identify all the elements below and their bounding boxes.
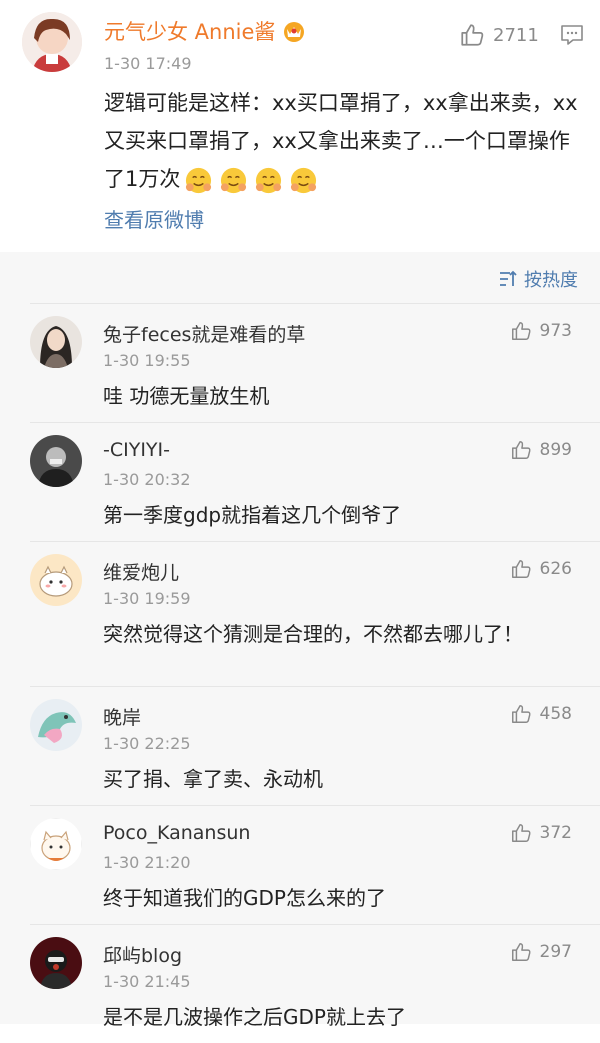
comment-like-button[interactable]: 297 — [510, 941, 572, 963]
post-text: 逻辑可能是这样：xx买口罩捐了，xx拿出来卖，xx又买来口罩捐了，xx又拿出来卖… — [104, 91, 578, 191]
commenter-name[interactable]: 晚岸 — [103, 703, 141, 730]
commenter-name[interactable]: 维爱炮儿 — [103, 558, 179, 585]
comment-time: 1-30 22:25 — [103, 734, 191, 753]
comment-item: Poco_Kanansun 1-30 21:20 终于知道我们的GDP怎么来的了… — [30, 805, 600, 924]
comment-like-button[interactable]: 973 — [510, 320, 572, 342]
commenter-avatar[interactable] — [30, 937, 82, 989]
post-author-avatar[interactable] — [22, 12, 82, 72]
thumbs-up-icon — [511, 560, 531, 578]
thumbs-up-icon — [511, 441, 531, 459]
view-original-link[interactable]: 查看原微博 — [104, 204, 204, 233]
original-post: 元气少女 Annie酱 1-30 17:49 2711 逻辑可能是这样：xx买口… — [0, 0, 600, 252]
comments-section: 按热度 兔子feces就是难看的草 1-30 19:55 哇 功德无量放生机 9… — [0, 252, 600, 1029]
post-author-name[interactable]: 元气少女 Annie酱 — [104, 16, 275, 46]
sort-bar: 按热度 — [0, 252, 600, 303]
comment-text: 是不是几波操作之后GDP就上去了 — [103, 1005, 406, 1029]
hug-emoji-icon — [291, 167, 317, 193]
commenter-avatar[interactable] — [30, 316, 82, 368]
comment-text: 买了捐、拿了卖、永动机 — [103, 767, 323, 791]
commenter-name[interactable]: 兔子feces就是难看的草 — [103, 320, 305, 347]
thumbs-up-icon — [511, 943, 531, 961]
hug-emoji-icon — [186, 167, 212, 193]
comment-item: 晚岸 1-30 22:25 买了捐、拿了卖、永动机 458 — [30, 686, 600, 805]
commenter-name[interactable]: 邱屿blog — [103, 941, 182, 968]
hug-emoji-icon — [221, 167, 247, 193]
comment-like-button[interactable]: 626 — [510, 558, 572, 580]
comment-time: 1-30 19:55 — [103, 351, 191, 370]
thumbs-up-icon — [511, 705, 531, 723]
comment-time: 1-30 21:45 — [103, 972, 191, 991]
comment-like-button[interactable]: 458 — [510, 703, 572, 725]
comment-text: 突然觉得这个猜测是合理的，不然都去哪儿了！ — [103, 622, 523, 646]
commenter-name[interactable]: Poco_Kanansun — [103, 822, 250, 844]
comment-item: 邱屿blog 1-30 21:45 是不是几波操作之后GDP就上去了 297 — [30, 924, 600, 1043]
post-content: 逻辑可能是这样：xx买口罩捐了，xx拿出来卖，xx又买来口罩捐了，xx又拿出来卖… — [104, 84, 584, 198]
commenter-avatar[interactable] — [30, 818, 82, 870]
comment-text: 哇 功德无量放生机 — [103, 384, 270, 408]
thumbs-up-icon — [511, 322, 531, 340]
emoji-group — [184, 166, 318, 195]
commenter-avatar[interactable] — [30, 699, 82, 751]
comment-icon[interactable] — [560, 24, 584, 46]
comment-item: 兔子feces就是难看的草 1-30 19:55 哇 功德无量放生机 973 — [30, 303, 600, 422]
thumbs-up-icon — [511, 824, 531, 842]
post-like-count: 2711 — [493, 24, 539, 46]
sort-icon — [500, 270, 517, 286]
comment-like-count: 626 — [539, 559, 572, 579]
comment-like-button[interactable]: 899 — [510, 439, 572, 461]
sort-label: 按热度 — [524, 270, 578, 291]
comment-item: 维爱炮儿 1-30 19:59 突然觉得这个猜测是合理的，不然都去哪儿了！ 62… — [30, 541, 600, 686]
sort-by-hot-button[interactable]: 按热度 — [498, 266, 578, 292]
commenter-avatar[interactable] — [30, 435, 82, 487]
comment-like-count: 973 — [539, 321, 572, 341]
commenter-avatar[interactable] — [30, 554, 82, 606]
post-time: 1-30 17:49 — [104, 54, 192, 73]
comment-like-count: 372 — [539, 823, 572, 843]
commenter-name[interactable]: -CIYIYI- — [103, 439, 170, 461]
post-like-button[interactable]: 2711 — [459, 22, 539, 48]
comment-text: 终于知道我们的GDP怎么来的了 — [103, 886, 386, 910]
vip-crown-icon — [284, 22, 305, 42]
comment-time: 1-30 20:32 — [103, 470, 191, 489]
hug-emoji-icon — [256, 167, 282, 193]
comment-like-count: 899 — [539, 440, 572, 460]
comment-like-count: 297 — [539, 942, 572, 962]
comment-time: 1-30 19:59 — [103, 589, 191, 608]
comment-text: 第一季度gdp就指着这几个倒爷了 — [103, 503, 402, 527]
comment-like-count: 458 — [539, 704, 572, 724]
comment-like-button[interactable]: 372 — [510, 822, 572, 844]
thumbs-up-icon — [461, 24, 484, 46]
comment-item: -CIYIYI- 1-30 20:32 第一季度gdp就指着这几个倒爷了 899 — [30, 422, 600, 541]
comment-time: 1-30 21:20 — [103, 853, 191, 872]
